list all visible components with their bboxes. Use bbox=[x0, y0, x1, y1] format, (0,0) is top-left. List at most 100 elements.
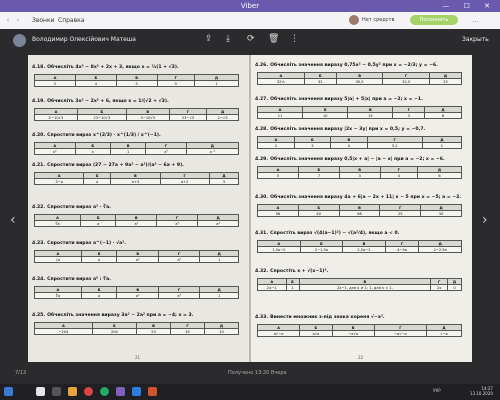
answer-option: 10 bbox=[302, 112, 349, 119]
answer-option: a² bbox=[115, 220, 158, 227]
problem-number: 4.27. bbox=[255, 97, 269, 102]
back-arrow-icon[interactable]: ‹ bbox=[4, 16, 12, 24]
opera-icon[interactable] bbox=[84, 387, 93, 396]
problem-statement: Спростіть вираз √(4(a−1)²) − √(a²/4), як… bbox=[270, 231, 400, 236]
answer-table: А Б В Г Дa√−a a√a −a√a −a√−a √−a bbox=[256, 324, 462, 337]
viber-icon[interactable] bbox=[116, 387, 125, 396]
answer-row: 11 10 15 3 6 bbox=[256, 112, 462, 119]
answer-option: 2−1,5a bbox=[299, 246, 344, 253]
problem-number: 4.23. bbox=[32, 241, 46, 246]
answer-option: 6 bbox=[417, 172, 462, 179]
answer-option: 2−10√3 bbox=[33, 114, 79, 121]
close-viewer-button[interactable]: Закрыть bbox=[462, 36, 489, 43]
more-icon[interactable]: … bbox=[472, 16, 479, 24]
avatar-icon[interactable] bbox=[349, 15, 359, 25]
answer-table: А Б В Г Д 1,5a−2 2−1,5a 2,5a−2 4−5a 2−2,5a bbox=[257, 240, 462, 253]
viewer-footer: 7/13 Получено 13:20 Вчера bbox=[0, 367, 500, 379]
page-counter: 7/13 bbox=[15, 370, 27, 376]
chrome-icon[interactable] bbox=[100, 387, 109, 396]
problem-statement: Обчисліть значення виразу 0,5|x + a| − |… bbox=[270, 157, 445, 162]
answer-option: 0 bbox=[447, 284, 462, 291]
answer-option: 23−√3 bbox=[168, 114, 208, 121]
problem-text: 4.22. Спростити вираз a³ · ∛a. bbox=[32, 205, 111, 210]
more-icon[interactable]: ⋮ bbox=[290, 34, 299, 44]
share-icon[interactable]: ⇪ bbox=[205, 34, 213, 44]
answer-option: 53 bbox=[135, 328, 171, 335]
answer-row: a√−a a√a −a√a −a√−a √−a bbox=[256, 330, 462, 337]
problem-statement: Спростити вираз a³ · ∛a. bbox=[47, 205, 111, 210]
answer-option: 0 bbox=[156, 80, 196, 87]
answer-option: 3,1 bbox=[366, 142, 423, 149]
problem-statement: Обчисліть 4x³ − 8x² + 2x + 3, якщо x = ½… bbox=[47, 65, 179, 70]
left-page-number: 21 bbox=[135, 355, 141, 360]
answer-option: x⁻¹ bbox=[185, 148, 240, 155]
answer-option: a² bbox=[116, 292, 159, 299]
answer-option: √−a bbox=[426, 330, 462, 337]
problem-text: 4.33. Винести множник з-під знака кореня … bbox=[255, 315, 385, 320]
answer-option: 23−10√3 bbox=[77, 114, 127, 121]
answer-option: 3−10√3 bbox=[125, 114, 170, 121]
answer-row: 2−10√3 23−10√3 3−10√3 23−√3 2−√3 bbox=[33, 114, 239, 121]
answer-option: a bbox=[80, 220, 117, 227]
problem-number: 4.33. bbox=[255, 315, 269, 320]
clock[interactable]: 14:27 13.10.2020 bbox=[470, 386, 493, 396]
answer-option: 32,5 bbox=[382, 78, 430, 85]
explorer-icon[interactable] bbox=[68, 387, 77, 396]
window-title: Viber bbox=[240, 2, 260, 10]
answer-option: 2 bbox=[33, 80, 77, 87]
ppt-icon[interactable] bbox=[148, 387, 157, 396]
answer-row: 1,5a−2 2−1,5a 2,5a−2 4−5a 2−2,5a bbox=[257, 246, 462, 253]
answer-table: А Б В Г Д √a a a² a³ 1 bbox=[34, 250, 239, 263]
search-icon[interactable] bbox=[36, 387, 45, 396]
topup-button[interactable]: Пополнить bbox=[410, 15, 458, 25]
answer-option: 15 bbox=[347, 112, 394, 119]
answer-table: А Б В Г Д 3−a a a+3 a+2 3 bbox=[33, 172, 240, 185]
answer-option: 3 bbox=[293, 142, 332, 149]
problem-text: 4.29. Обчисліть значення виразу 0,5|x + a… bbox=[255, 157, 445, 162]
next-image-icon[interactable]: › bbox=[482, 212, 488, 228]
answer-option: 1 bbox=[109, 148, 147, 155]
problem-statement: Обчисліть значення виразу 4a + 6|a − 2x … bbox=[270, 195, 462, 200]
problem-number: 4.32. bbox=[255, 269, 269, 274]
window-controls[interactable]: — ☐ ✕ bbox=[442, 0, 496, 12]
rotate-icon[interactable]: ⟳ bbox=[247, 34, 255, 44]
taskbar: УКР 14:27 13.10.2020 bbox=[0, 384, 500, 400]
taskview-icon[interactable] bbox=[52, 387, 61, 396]
download-icon[interactable]: ⤓ bbox=[226, 34, 230, 44]
prev-image-icon[interactable]: ‹ bbox=[10, 212, 16, 228]
start-icon[interactable] bbox=[4, 387, 13, 396]
answer-option: a√−a bbox=[256, 330, 301, 337]
problem-number: 4.28. bbox=[255, 127, 269, 132]
answer-row: 56 40 66 25 30 bbox=[257, 210, 462, 217]
answer-table: АБВГД57346 bbox=[256, 166, 462, 179]
answer-option: 2−√3 bbox=[206, 114, 239, 121]
answer-option: ∛a bbox=[33, 220, 82, 227]
forward-arrow-icon[interactable]: › bbox=[14, 16, 22, 24]
answer-option: 10 bbox=[203, 328, 240, 335]
answer-option: 5 bbox=[115, 80, 158, 87]
answer-option: a³ bbox=[157, 292, 201, 299]
answer-option: −204 bbox=[34, 328, 93, 335]
answer-option: 56 bbox=[257, 210, 299, 217]
answer-row: 3−a a a+3 a+2 3 bbox=[33, 178, 240, 185]
problem-statement: Обчисліть значення виразу 3a³ − 2a² при … bbox=[47, 313, 194, 318]
answer-table: А Б В Г Д 2−10√3 23−10√3 3−10√3 23−√3 2−√3 bbox=[33, 108, 239, 121]
answer-option: 1 bbox=[194, 80, 239, 87]
problem-statement: Обчисліть значення виразу 5|a| + 5|x| пр… bbox=[270, 97, 423, 102]
answer-option: a bbox=[83, 178, 112, 185]
answer-option: 25 bbox=[379, 210, 422, 217]
lang-indicator[interactable]: УКР bbox=[433, 388, 441, 393]
answer-option: 30,5 bbox=[335, 78, 384, 85]
word-icon[interactable] bbox=[132, 387, 141, 396]
answer-option: a⁴ bbox=[197, 220, 239, 227]
answer-option: 66 bbox=[338, 210, 381, 217]
trash-icon[interactable]: 🗑 bbox=[268, 34, 279, 44]
answer-option: 32 bbox=[303, 78, 337, 85]
menu-bar: ‹ › Звонки Справка Нет средств Пополнить… bbox=[0, 12, 500, 30]
right-page-number: 22 bbox=[358, 355, 364, 360]
menu-calls[interactable]: Звонки bbox=[32, 17, 55, 24]
problem-text: 4.25. Обчисліть значення виразу 3a³ − 2a²… bbox=[32, 313, 193, 318]
menu-help[interactable]: Справка bbox=[58, 17, 84, 24]
problem-number: 4.24. bbox=[32, 277, 46, 282]
answer-option: 2x−1 bbox=[257, 284, 287, 291]
